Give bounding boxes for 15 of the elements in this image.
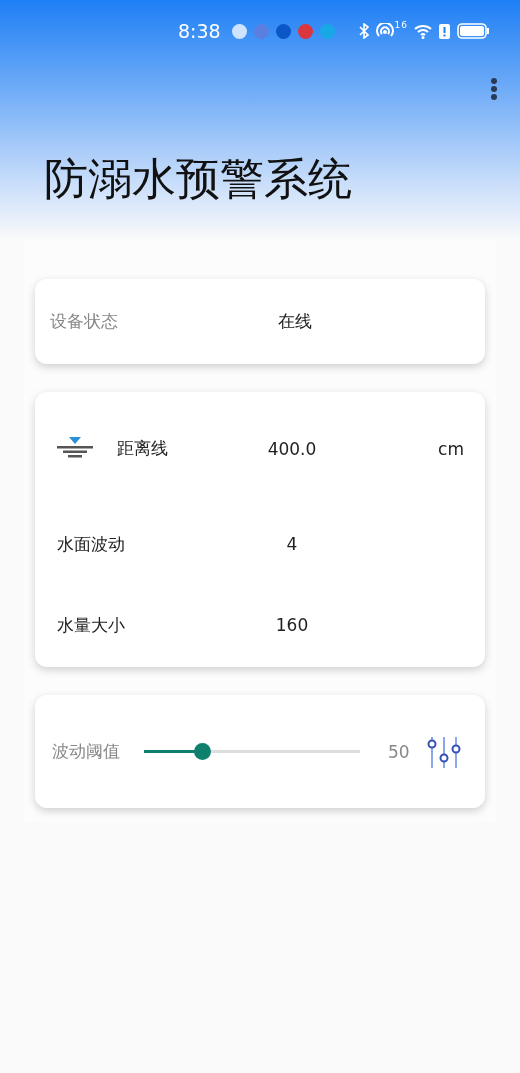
wifi-label: 6 — [401, 20, 407, 30]
reading-unit: cm — [438, 438, 464, 459]
reading-label: 水面波动 — [57, 532, 126, 556]
threshold-value: 50 — [388, 741, 410, 762]
status-label: 设备状态 — [50, 310, 119, 333]
status-time: 8:38 — [178, 20, 221, 42]
signal-label: 1 — [394, 20, 401, 30]
status-value: 在线 — [278, 310, 312, 333]
reading-value: 4 — [286, 534, 298, 554]
reading-label: 距离线 — [117, 437, 169, 460]
threshold-label: 波动阈值 — [52, 740, 120, 763]
app-title: 防溺水预警系统 — [44, 152, 353, 206]
reading-value: 400.0 — [267, 438, 317, 459]
reading-value: 160 — [275, 615, 309, 635]
reading-label: 水量大小 — [57, 613, 126, 637]
